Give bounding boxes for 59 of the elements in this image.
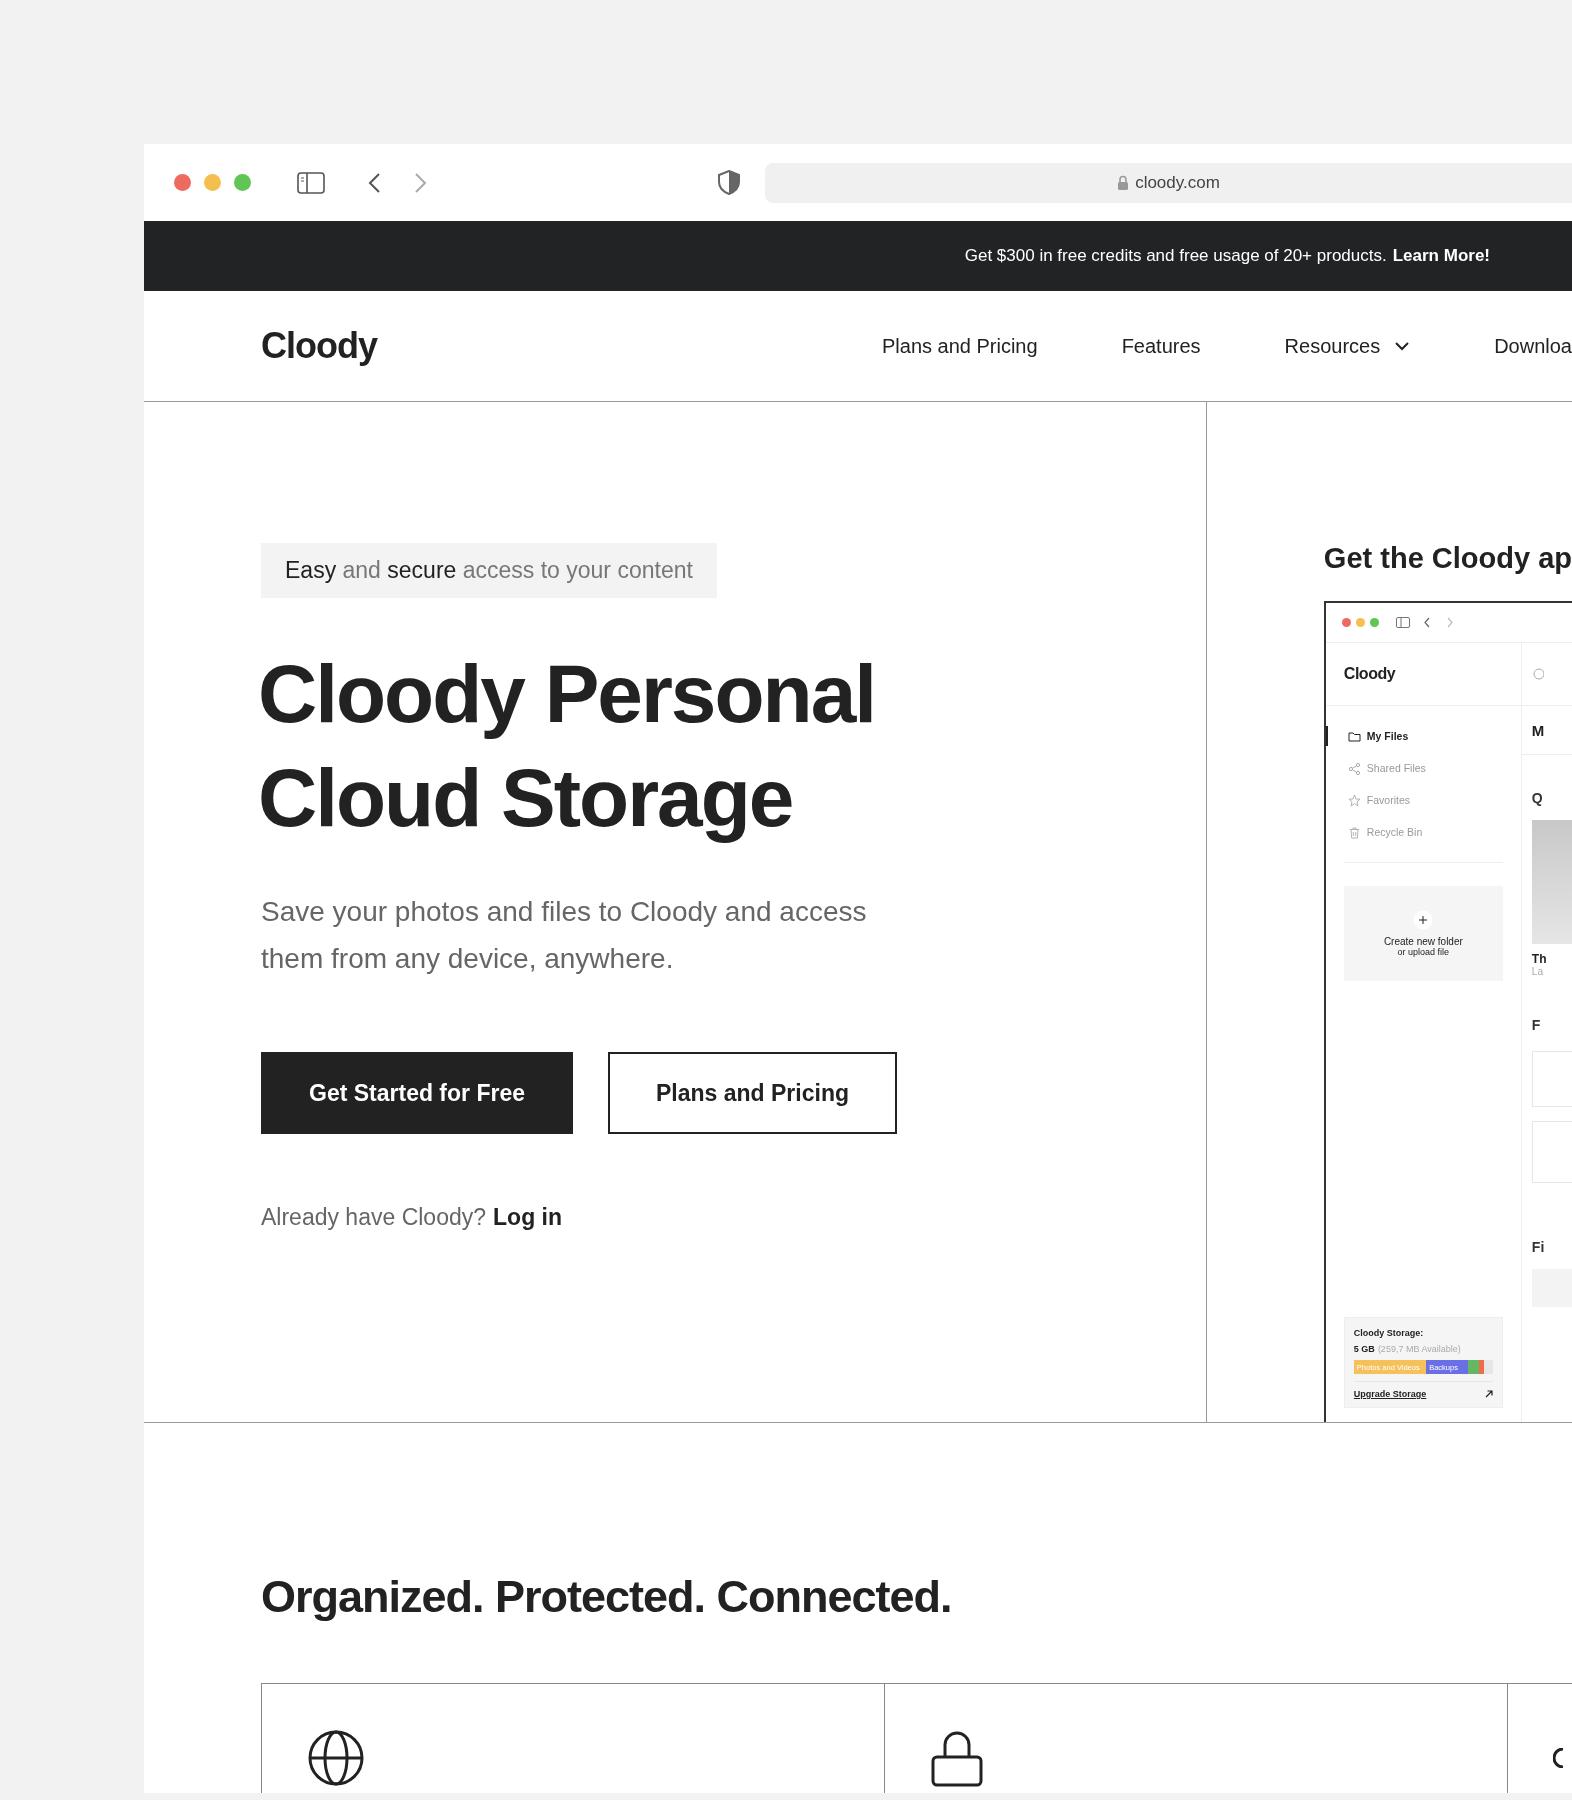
trash-icon <box>1347 825 1361 839</box>
storage-total: 5 GB <box>1353 1344 1375 1354</box>
arrow-up-right-icon <box>1484 1390 1493 1398</box>
nav-link[interactable]: Plans and Pricing <box>881 334 1038 358</box>
section-heading: Organized. Protected. Connected. <box>261 1571 953 1623</box>
chevron-down-icon <box>1394 341 1411 351</box>
section-heading: Q <box>1530 790 1544 806</box>
window-control[interactable] <box>234 174 251 191</box>
hero-heading: Cloody Personal Cloud Storage <box>258 647 877 845</box>
url-text: cloody.com <box>1135 172 1220 193</box>
lock-icon <box>930 1729 984 1787</box>
upgrade-storage-link[interactable]: Upgrade Storage <box>1353 1389 1427 1399</box>
section-heading: Fi <box>1530 1239 1546 1255</box>
get-started-button[interactable]: Get Started for Free <box>261 1052 573 1134</box>
search-icon <box>1531 667 1544 681</box>
login-link[interactable]: Log in <box>493 1204 562 1231</box>
tagline-label: Easy and secure access to your content <box>261 543 717 598</box>
back-icon[interactable] <box>367 171 381 194</box>
address-bar[interactable]: cloody.com <box>765 162 1572 203</box>
sidebar-item: My Files <box>1325 726 1521 746</box>
hero-subtitle: Save your photos and files to Cloody and access them from any device, anywhere. <box>261 895 868 976</box>
folder-icon <box>1347 729 1361 743</box>
folder-card <box>1531 1051 1572 1107</box>
nav-link[interactable]: Downloa <box>1494 334 1572 358</box>
learn-more-link[interactable]: Learn More! <box>1392 246 1490 266</box>
sidebar-item: Shared Files <box>1325 758 1521 778</box>
lock-icon <box>1117 174 1130 191</box>
sidebar-icon[interactable] <box>297 171 325 194</box>
nav-link-label: Resources <box>1284 334 1381 358</box>
promo-heading: Get the Cloody ap <box>1323 542 1572 575</box>
star-icon <box>1347 793 1361 807</box>
window-control[interactable] <box>174 174 191 191</box>
storage-title: Cloody Storage: <box>1353 1328 1425 1338</box>
page-title: M <box>1531 721 1545 739</box>
globe-icon <box>307 1729 365 1787</box>
back-icon <box>1422 617 1431 628</box>
logo: Cloody <box>1343 665 1396 683</box>
banner-text: Get $300 in free credits and free usage of 20+ products. <box>964 246 1387 266</box>
sidebar-item: Recycle Bin <box>1325 822 1521 842</box>
pricing-button[interactable]: Plans and Pricing <box>608 1052 897 1134</box>
forward-icon <box>1445 617 1454 628</box>
share-icon <box>1347 761 1361 775</box>
plus-icon <box>1413 910 1434 930</box>
sidebar-icon <box>1395 617 1410 628</box>
file-name: Th <box>1530 952 1548 966</box>
section-heading: F <box>1530 1017 1542 1033</box>
folder-card <box>1531 1121 1572 1183</box>
shield-icon[interactable] <box>718 170 740 195</box>
storage-available: (259,7 MB Available) <box>1377 1344 1461 1354</box>
logo[interactable]: Cloody <box>261 325 377 367</box>
nav-dropdown[interactable]: Resources <box>1284 334 1411 358</box>
upload-file-label: or upload file <box>1397 947 1450 957</box>
login-prompt: Already have Cloody? <box>261 1204 487 1231</box>
window-control[interactable] <box>204 174 221 191</box>
file-meta: La <box>1530 966 1544 977</box>
forward-icon[interactable] <box>414 171 428 194</box>
sidebar-item: Favorites <box>1325 790 1521 810</box>
create-folder-label: Create new folder <box>1383 936 1463 947</box>
nav-link[interactable]: Features <box>1121 334 1201 358</box>
